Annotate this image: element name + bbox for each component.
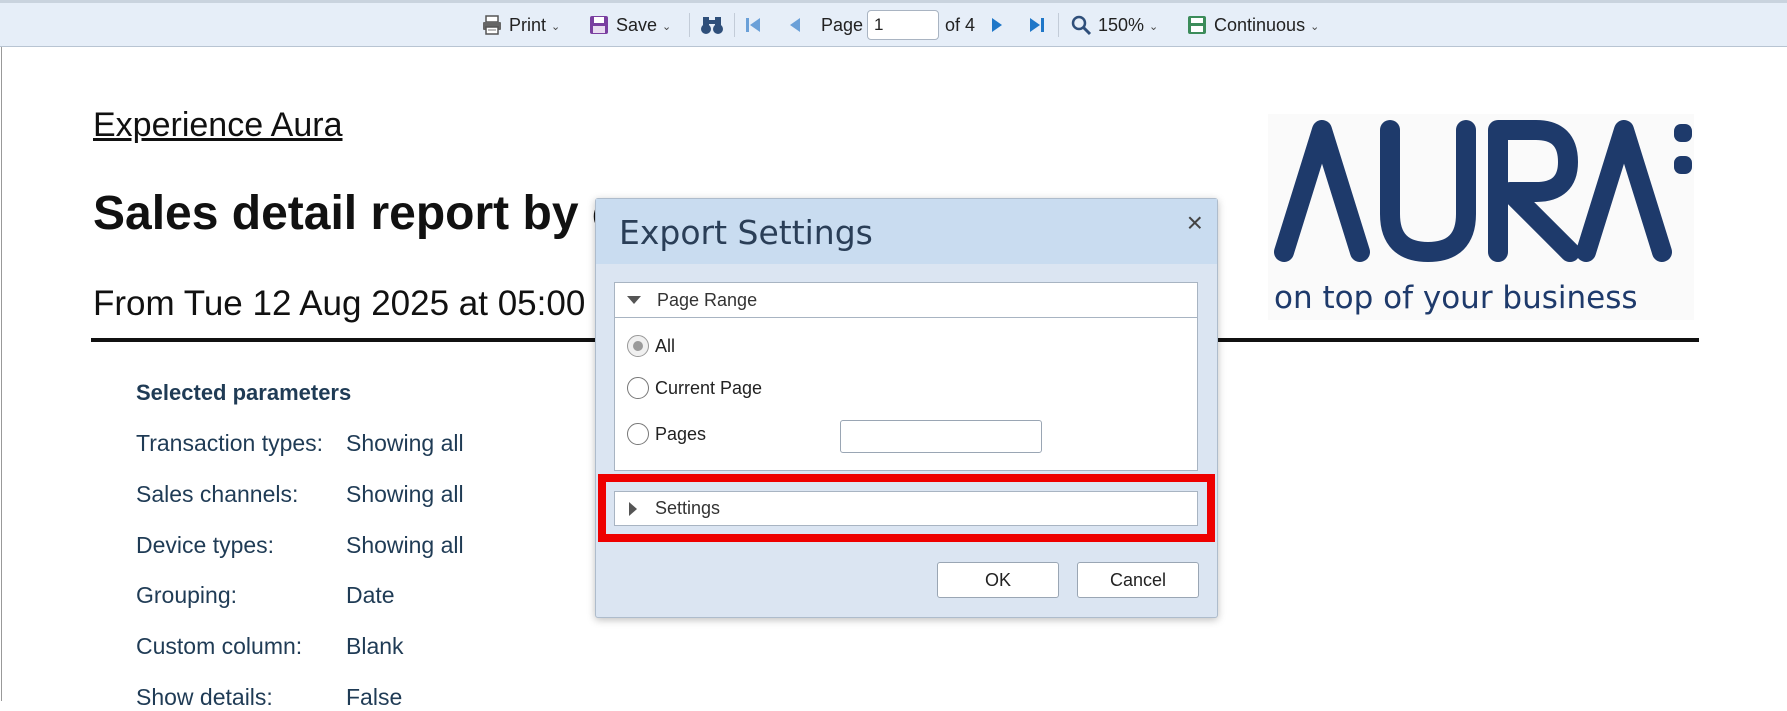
save-label: Save <box>616 14 658 35</box>
page-label: Page <box>821 14 864 35</box>
logo-tagline: on top of your business <box>1274 280 1638 316</box>
radio-current-page[interactable] <box>627 377 649 399</box>
next-page-button[interactable] <box>990 3 1004 47</box>
previous-page-button[interactable] <box>788 3 802 47</box>
dialog-title: Export Settings <box>619 213 873 252</box>
page-range-panel: Page Range All Current Page Pages <box>614 282 1198 471</box>
param-label: Show details: <box>136 684 273 710</box>
option-current-page-label: Current Page <box>655 377 763 398</box>
magnifier-icon <box>1070 14 1092 36</box>
printer-icon <box>481 14 503 36</box>
previous-page-icon <box>788 15 802 35</box>
param-label: Transaction types: <box>136 430 324 456</box>
print-label: Print <box>509 14 547 35</box>
aura-logo: on top of your business <box>1268 114 1694 320</box>
dialog-header: Export Settings × <box>596 199 1217 264</box>
option-pages-label: Pages <box>655 423 707 444</box>
option-current-page[interactable]: Current Page <box>627 377 762 399</box>
report-viewer-toolbar: Print ⌄ Save ⌄ Page 1 of 4 150% ⌄ Contin… <box>0 0 1787 47</box>
page-range-header[interactable]: Page Range <box>615 283 1197 318</box>
option-all-label: All <box>655 335 676 356</box>
total-pages-label: of 4 <box>945 14 976 35</box>
option-all[interactable]: All <box>627 335 675 357</box>
view-mode-select[interactable]: Continuous ⌄ <box>1186 3 1319 47</box>
settings-label: Settings <box>655 498 721 518</box>
chevron-down-icon: ⌄ <box>662 20 672 33</box>
export-settings-dialog: Export Settings × Page Range All Current… <box>595 198 1218 618</box>
param-label: Device types: <box>136 532 275 558</box>
first-page-button[interactable] <box>744 3 762 47</box>
radio-all[interactable] <box>627 335 649 357</box>
close-icon[interactable]: × <box>1187 209 1203 237</box>
report-title-link[interactable]: Experience Aura <box>93 106 343 145</box>
cancel-button[interactable]: Cancel <box>1077 562 1199 598</box>
toolbar-divider <box>1058 13 1059 37</box>
param-label: Sales channels: <box>136 481 299 507</box>
page-layout-icon <box>1186 14 1208 36</box>
binoculars-icon <box>700 14 724 36</box>
param-value: Showing all <box>346 481 464 507</box>
next-page-icon <box>990 15 1004 35</box>
param-value: Blank <box>346 633 404 659</box>
zoom-select[interactable]: 150% ⌄ <box>1070 3 1158 47</box>
param-value: Showing all <box>346 430 464 456</box>
save-button[interactable]: Save ⌄ <box>588 3 671 47</box>
floppy-disk-icon <box>588 14 610 36</box>
collapse-triangle-icon <box>627 296 641 304</box>
pages-range-input[interactable] <box>840 420 1042 453</box>
report-heading: Sales detail report by c <box>93 187 619 240</box>
radio-pages[interactable] <box>627 423 649 445</box>
first-page-icon <box>744 15 762 35</box>
last-page-icon <box>1028 15 1046 35</box>
chevron-down-icon: ⌄ <box>1310 20 1320 33</box>
page-number-input[interactable] <box>867 10 939 40</box>
last-page-button[interactable] <box>1028 3 1046 47</box>
view-mode-label: Continuous <box>1214 14 1306 35</box>
param-value: Date <box>346 582 395 608</box>
print-button[interactable]: Print ⌄ <box>481 3 560 47</box>
chevron-down-icon: ⌄ <box>1149 20 1159 33</box>
report-date-range: From Tue 12 Aug 2025 at 05:00 <box>93 284 586 323</box>
find-button[interactable] <box>700 3 724 47</box>
toolbar-divider <box>689 13 690 37</box>
option-pages[interactable]: Pages <box>627 423 706 445</box>
page-border <box>1 47 2 701</box>
param-label: Grouping: <box>136 582 238 608</box>
parameters-heading: Selected parameters <box>136 380 352 405</box>
page-range-label: Page Range <box>657 289 758 310</box>
zoom-label: 150% <box>1098 14 1145 35</box>
toolbar-divider <box>734 13 735 37</box>
param-value: False <box>346 684 403 710</box>
settings-section-header[interactable]: Settings <box>614 491 1198 526</box>
ok-button[interactable]: OK <box>937 562 1059 598</box>
chevron-down-icon: ⌄ <box>551 20 561 33</box>
param-value: Showing all <box>346 532 464 558</box>
param-label: Custom column: <box>136 633 303 659</box>
expand-triangle-icon <box>629 501 637 516</box>
